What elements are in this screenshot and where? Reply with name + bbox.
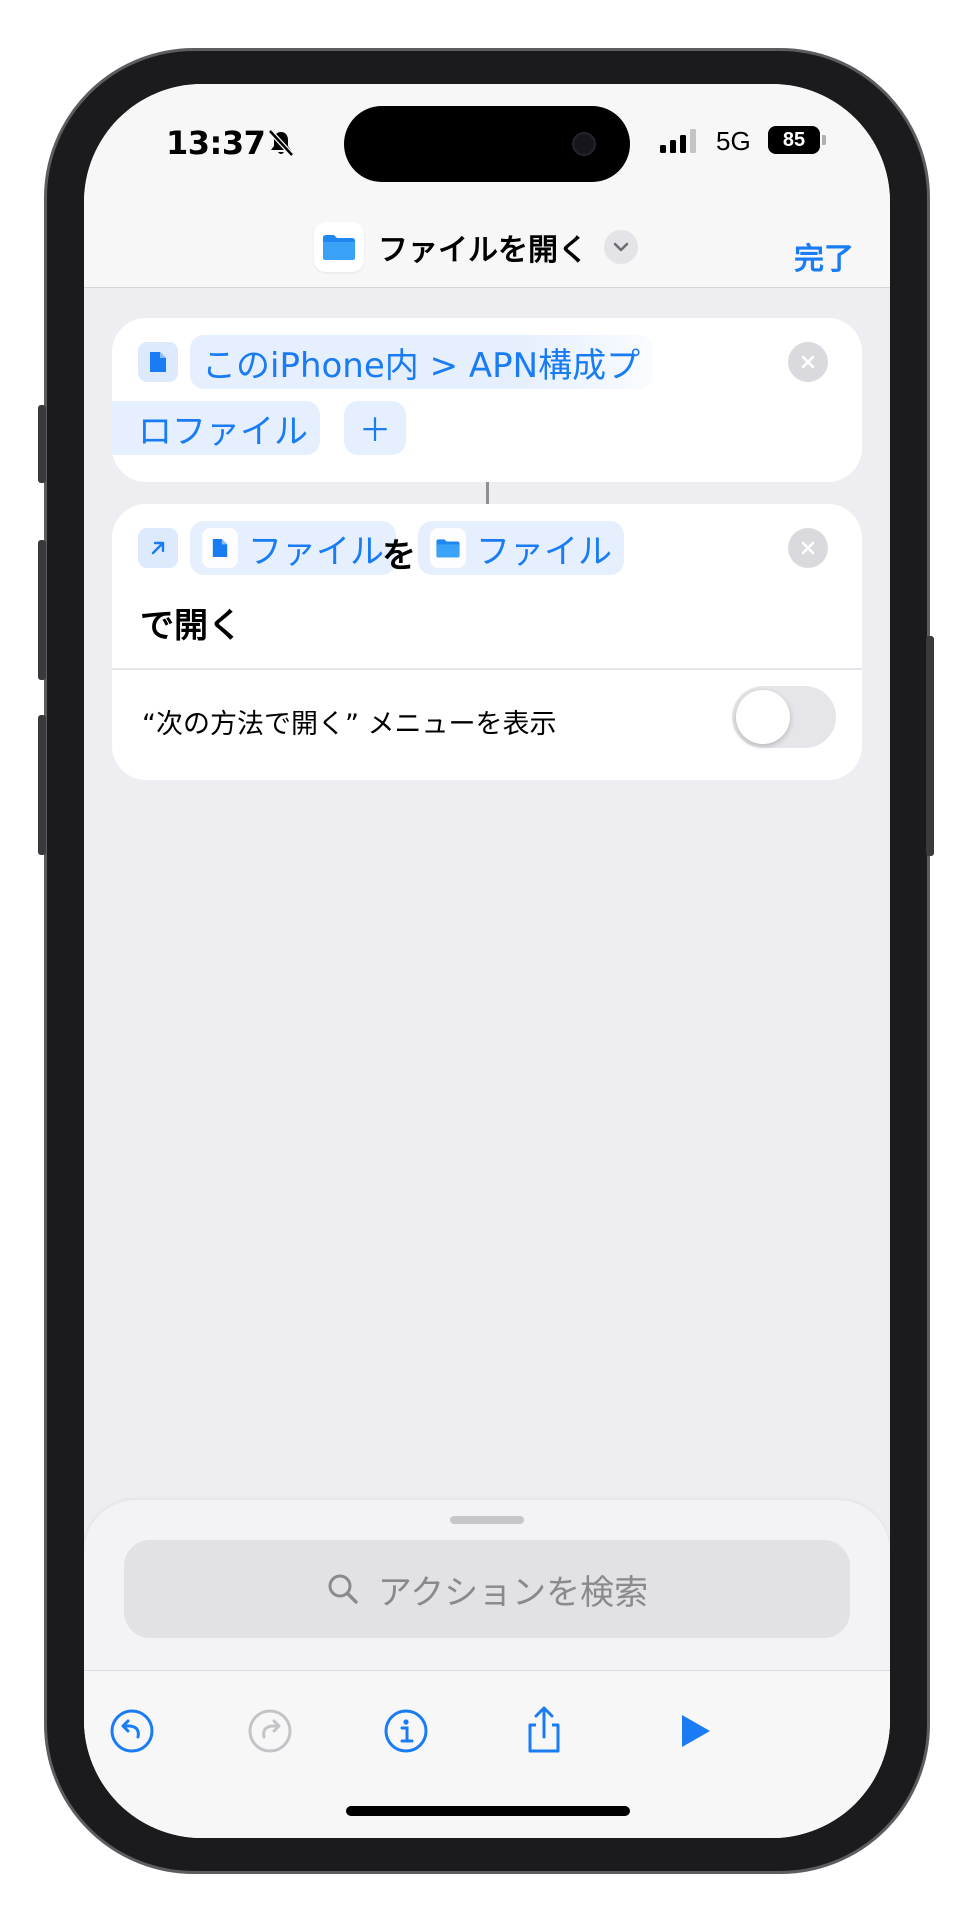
info-icon[interactable] (380, 1705, 432, 1757)
shortcut-title-menu[interactable]: ファイルを開く (314, 220, 638, 274)
app-param-label: ファイル (476, 531, 612, 572)
action-connector (486, 482, 489, 504)
cellular-signal-icon (660, 128, 706, 154)
file-param-chip[interactable]: ファイル (190, 521, 396, 575)
search-icon (328, 1574, 358, 1604)
redo-icon[interactable] (244, 1705, 296, 1757)
remove-action-button[interactable] (788, 342, 828, 382)
page-title: ファイルを開く (378, 233, 588, 268)
search-input[interactable]: アクションを検索 (124, 1540, 850, 1638)
status-time: 13:37 (166, 124, 266, 162)
plus-icon: ＋ (358, 411, 391, 449)
divider (112, 668, 862, 670)
volume-up-button (38, 540, 46, 680)
document-icon (202, 528, 238, 568)
file-action-card: このiPhone内 > APN構成プ ロファイル ＋ (112, 318, 862, 482)
dynamic-island (344, 106, 630, 182)
file-path-chip[interactable]: このiPhone内 > APN構成プ (190, 335, 654, 389)
folder-icon (430, 528, 466, 568)
toggle-knob (736, 690, 790, 744)
search-placeholder: アクションを検索 (377, 1572, 649, 1613)
action-suffix-text: で開く (140, 606, 242, 646)
connector-text: を (382, 536, 416, 576)
document-icon (138, 342, 178, 382)
camera-icon (572, 132, 596, 156)
open-file-action-card: ファイル を ファイル で開く “次の方法で開く” メニューを表示 (112, 504, 862, 780)
volume-down-button (38, 715, 46, 855)
add-file-button[interactable]: ＋ (344, 401, 406, 455)
file-path-chip-continued[interactable]: ロファイル (112, 401, 320, 455)
file-path-line1: このiPhone内 > APN構成プ (202, 345, 641, 386)
file-path-line2: ロファイル (138, 411, 308, 452)
power-button (926, 636, 934, 856)
action-search-sheet: アクションを検索 (84, 1500, 890, 1838)
done-button[interactable]: 完了 (794, 234, 854, 278)
undo-icon[interactable] (106, 1705, 158, 1757)
battery-level: 85 (768, 126, 820, 154)
home-indicator (346, 1806, 630, 1816)
folder-icon (314, 222, 364, 272)
bell-slash-icon (266, 128, 296, 158)
nav-bar: ファイルを開く 完了 (84, 204, 890, 288)
share-icon[interactable] (518, 1705, 570, 1757)
screen: 13:37 5G 85 ファイルを開く 完了 このiPhone内 > APN構成… (84, 84, 890, 1838)
show-open-in-menu-label: “次の方法で開く” メニューを表示 (142, 709, 557, 740)
app-param-chip[interactable]: ファイル (418, 521, 624, 575)
action-button (38, 405, 46, 483)
play-icon[interactable] (668, 1705, 720, 1757)
status-bar: 13:37 5G 85 (84, 84, 890, 204)
sheet-grabber[interactable] (450, 1516, 524, 1524)
show-open-in-menu-toggle[interactable] (732, 686, 836, 748)
network-type: 5G (716, 126, 751, 156)
file-param-label: ファイル (248, 531, 384, 572)
battery-icon (822, 135, 826, 145)
open-arrow-icon (138, 528, 178, 568)
remove-action-button[interactable] (788, 528, 828, 568)
chevron-down-icon[interactable] (604, 230, 638, 264)
